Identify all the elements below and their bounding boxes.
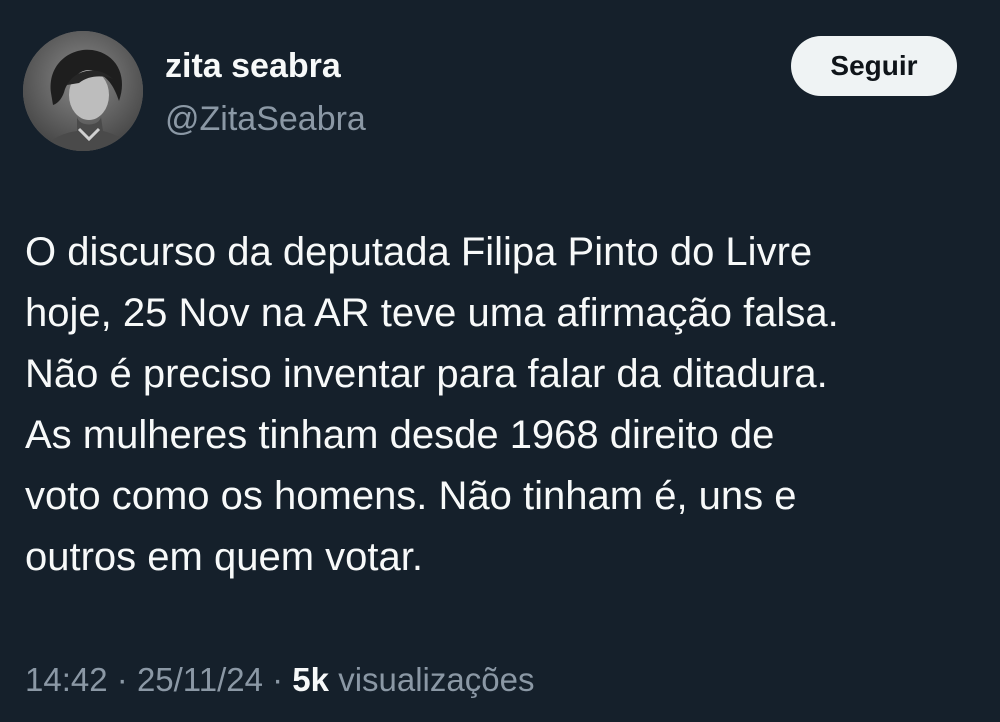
avatar[interactable] xyxy=(23,31,143,151)
author-handle[interactable]: @ZitaSeabra xyxy=(165,99,366,139)
tweet-text-line: Não é preciso inventar para falar da dit… xyxy=(25,352,828,396)
tweet-text-line: voto como os homens. Não tinham é, uns e xyxy=(25,474,797,518)
follow-button[interactable]: Seguir xyxy=(791,36,957,96)
tweet-text-line: hoje, 25 Nov na AR teve uma afirmação fa… xyxy=(25,291,839,335)
profile-photo-icon xyxy=(23,31,143,151)
meta-separator: · xyxy=(116,661,128,698)
tweet-time[interactable]: 14:42 xyxy=(25,661,108,698)
meta-separator: · xyxy=(272,661,284,698)
tweet-text: O discurso da deputada Filipa Pinto do L… xyxy=(25,222,975,588)
views-count: 5k xyxy=(292,661,330,698)
tweet-meta: 14:42 · 25/11/24 · 5k visualizações xyxy=(25,658,534,702)
tweet-date[interactable]: 25/11/24 xyxy=(137,661,263,698)
tweet-text-line: As mulheres tinham desde 1968 direito de xyxy=(25,413,775,457)
tweet-text-line: O discurso da deputada Filipa Pinto do L… xyxy=(25,230,813,274)
tweet-text-line: outros em quem votar. xyxy=(25,535,423,579)
views-label: visualizações xyxy=(338,661,535,698)
author-display-name[interactable]: zita seabra xyxy=(165,46,341,86)
tweet-card: zita seabra @ZitaSeabra Seguir O discurs… xyxy=(0,0,1000,722)
